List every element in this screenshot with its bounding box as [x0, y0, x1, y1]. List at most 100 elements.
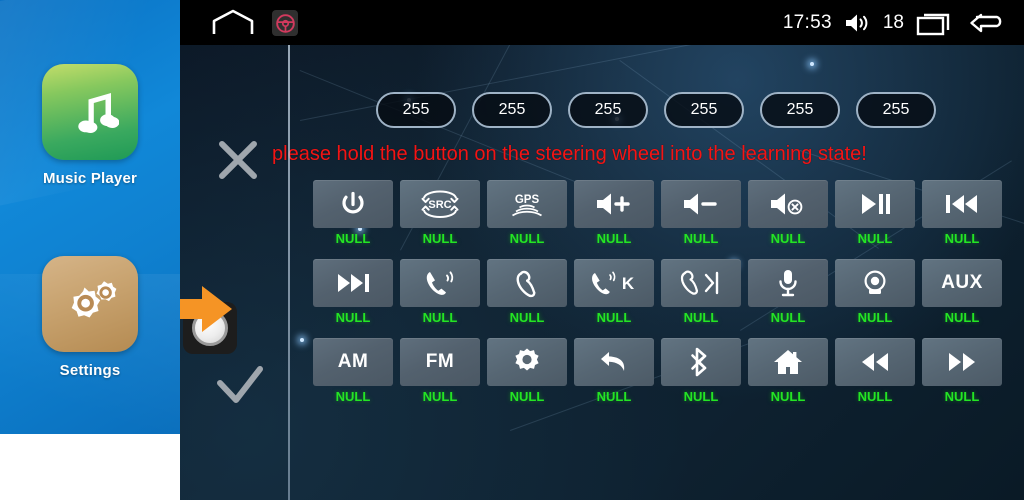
volume-level-value: 18 — [882, 11, 904, 33]
back-arrow-icon[interactable] — [968, 9, 1010, 37]
call-k-icon[interactable]: K — [574, 259, 654, 307]
adc-value-pill[interactable]: 255 — [568, 92, 648, 128]
key-grid-row: AM NULL FM NULL NULL NULL NULL NULL NULL… — [313, 338, 1013, 404]
am-label: AM — [337, 351, 369, 372]
rewind-icon[interactable] — [835, 338, 915, 386]
key-grid-row: NULL NULL NULL K NULL NULL NULL NULL AUX… — [313, 259, 1013, 325]
key-cell-power: NULL — [313, 180, 393, 246]
key-assignment-label: NULL — [335, 389, 371, 404]
key-cell-am: AM NULL — [313, 338, 393, 404]
answer-call-icon[interactable] — [400, 259, 480, 307]
key-cell-aux: AUX NULL — [922, 259, 1002, 325]
confirm-check-icon[interactable] — [214, 360, 266, 408]
src-icon[interactable]: SRC — [400, 180, 480, 228]
key-assignment-label: NULL — [683, 231, 719, 246]
key-cell-volume-up: NULL — [574, 180, 654, 246]
volume-down-icon[interactable] — [661, 180, 741, 228]
svg-text:SRC: SRC — [428, 199, 451, 211]
key-assignment-label: NULL — [770, 231, 806, 246]
launcher-panel: Music Player Settings — [0, 0, 180, 500]
key-cell-fast-forward: NULL — [922, 338, 1002, 404]
key-assignment-label: NULL — [509, 310, 545, 325]
key-cell-gps: GPS NULL — [487, 180, 567, 246]
orange-arrow-icon — [180, 283, 236, 335]
fast-forward-icon[interactable] — [922, 338, 1002, 386]
key-cell-bluetooth: NULL — [661, 338, 741, 404]
key-assignment-label: NULL — [683, 310, 719, 325]
aux-icon[interactable]: AUX — [922, 259, 1002, 307]
fm-icon[interactable]: FM — [400, 338, 480, 386]
key-assignment-label: NULL — [422, 310, 458, 325]
clock: 17:53 — [782, 11, 832, 33]
app-tile-music-player[interactable]: Music Player — [0, 64, 180, 187]
key-cell-microphone: NULL — [748, 259, 828, 325]
adc-value-row: 255 255 255 255 255 255 — [376, 92, 936, 128]
music-note-icon[interactable] — [42, 64, 138, 160]
panel-divider — [288, 45, 290, 500]
volume-speaker-icon[interactable] — [844, 11, 871, 35]
gps-icon[interactable]: GPS — [487, 180, 567, 228]
key-assignment-label: NULL — [944, 310, 980, 325]
key-assignment-label: NULL — [857, 310, 893, 325]
status-bar: 17:53 18 — [180, 0, 1024, 45]
app-tile-settings[interactable]: Settings — [0, 256, 180, 379]
key-assignment-label: NULL — [509, 231, 545, 246]
key-assignment-label: NULL — [596, 231, 632, 246]
key-cell-settings: NULL — [487, 338, 567, 404]
key-cell-camera: NULL — [835, 259, 915, 325]
camera-icon[interactable] — [835, 259, 915, 307]
adc-value-pill[interactable]: 255 — [472, 92, 552, 128]
end-call-next-icon[interactable] — [661, 259, 741, 307]
app-label-settings: Settings — [59, 362, 121, 379]
next-track-icon[interactable] — [313, 259, 393, 307]
aux-label: AUX — [941, 272, 983, 293]
am-icon[interactable]: AM — [313, 338, 393, 386]
settings-gear-icon[interactable] — [487, 338, 567, 386]
steering-wheel-key-learning-screen: Music Player Settings 17:53 18 255 255 2… — [0, 0, 1024, 500]
key-cell-fm: FM NULL — [400, 338, 480, 404]
microphone-icon[interactable] — [748, 259, 828, 307]
key-assignment-label: NULL — [857, 389, 893, 404]
main-screen: 17:53 18 255 255 255 255 255 255 please … — [180, 0, 1024, 500]
steering-wheel-icon[interactable] — [272, 10, 298, 36]
adc-value-pill[interactable]: 255 — [856, 92, 936, 128]
recents-icon[interactable] — [916, 9, 956, 37]
key-assignment-label: NULL — [596, 310, 632, 325]
key-assignment-label: NULL — [944, 389, 980, 404]
key-cell-call-k: K NULL — [574, 259, 654, 325]
previous-track-icon[interactable] — [922, 180, 1002, 228]
decorative-dot — [810, 62, 814, 66]
bluetooth-icon[interactable] — [661, 338, 741, 386]
key-cell-home: NULL — [748, 338, 828, 404]
key-assignment-label: NULL — [770, 389, 806, 404]
power-icon[interactable] — [313, 180, 393, 228]
back-curve-icon[interactable] — [574, 338, 654, 386]
app-label-music-player: Music Player — [42, 170, 138, 187]
key-assignment-label: NULL — [422, 231, 458, 246]
adc-value-pill[interactable]: 255 — [664, 92, 744, 128]
volume-up-icon[interactable] — [574, 180, 654, 228]
learning-state-warning: please hold the button on the steering w… — [272, 143, 867, 165]
key-cell-end-call: NULL — [487, 259, 567, 325]
adc-value-pill[interactable]: 255 — [376, 92, 456, 128]
decorative-dot — [300, 338, 304, 342]
key-assignment-label: NULL — [770, 310, 806, 325]
status-bar-right-cluster: 17:53 18 — [783, 0, 1010, 45]
key-cell-play-pause: NULL — [835, 180, 915, 246]
fm-label: FM — [425, 351, 455, 372]
end-call-icon[interactable] — [487, 259, 567, 307]
key-cell-src: SRC NULL — [400, 180, 480, 246]
key-grid-row: NULL SRC NULL GPS NULL NULL NULL NULL NU… — [313, 180, 1013, 246]
home-icon[interactable] — [748, 338, 828, 386]
key-cell-back: NULL — [574, 338, 654, 404]
cancel-x-icon[interactable] — [214, 136, 262, 184]
home-outline-icon[interactable] — [210, 8, 256, 36]
volume-mute-icon[interactable] — [748, 180, 828, 228]
key-cell-previous-track: NULL — [922, 180, 1002, 246]
key-assignment-label: NULL — [509, 389, 545, 404]
key-cell-rewind: NULL — [835, 338, 915, 404]
svg-text:GPS: GPS — [515, 194, 540, 206]
gears-icon[interactable] — [42, 256, 138, 352]
play-pause-icon[interactable] — [835, 180, 915, 228]
adc-value-pill[interactable]: 255 — [760, 92, 840, 128]
